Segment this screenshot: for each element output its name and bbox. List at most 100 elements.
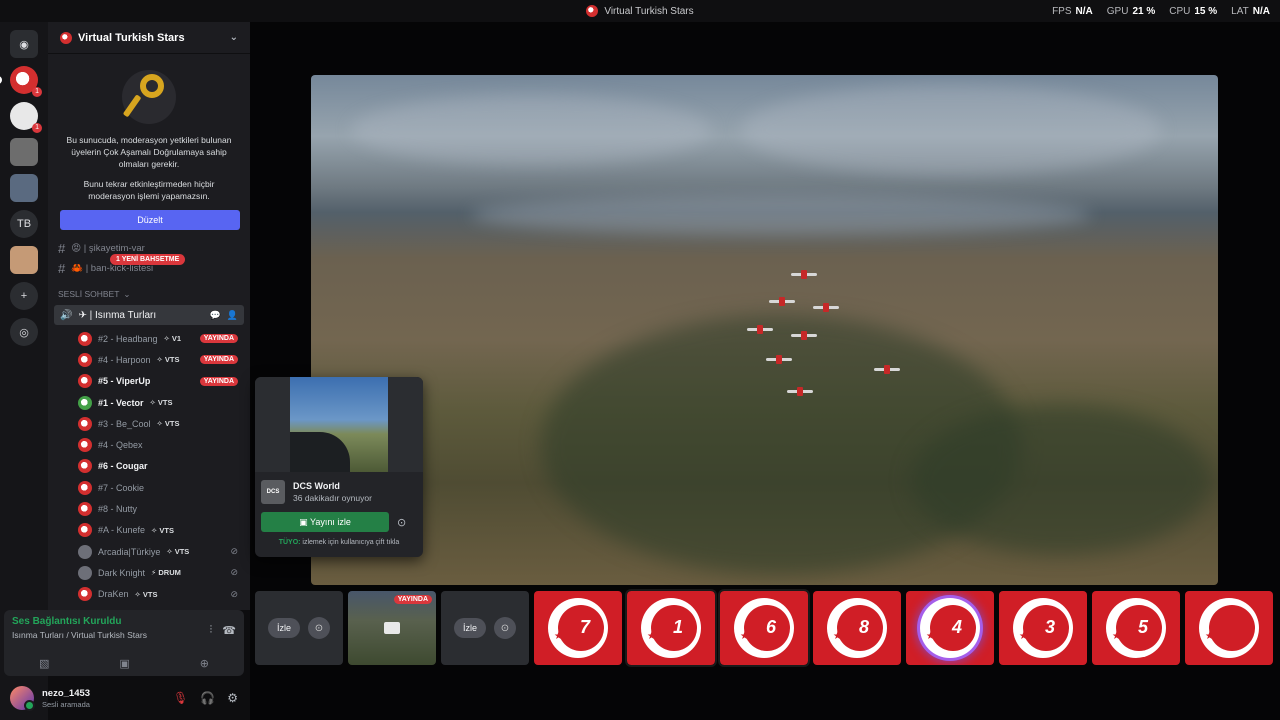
server-icon[interactable] <box>10 174 38 202</box>
member-name: #4 - Harpoon <box>98 354 151 365</box>
voice-channel[interactable]: 🔊 ✈ | Isınma Turları 💬 👤 <box>54 305 244 325</box>
participant-tile[interactable]: ★ 3 <box>999 591 1087 665</box>
muted-icon: ⊘ <box>230 588 238 599</box>
avatar[interactable] <box>10 686 35 711</box>
vts-logo-icon: ★ 8 <box>827 598 887 658</box>
muted-icon: ⊘ <box>230 567 238 578</box>
live-stream-tile[interactable]: YAYINDA <box>348 591 436 665</box>
member-name: #4 - Qebex <box>98 440 143 451</box>
voice-location[interactable]: Isınma Turları / Virtual Turkish Stars <box>12 630 236 640</box>
participant-tile[interactable]: ★ 8 <box>813 591 901 665</box>
mfa-text-1: Bu sunucuda, moderasyon yetkileri buluna… <box>66 135 232 169</box>
voice-member[interactable]: #4 - Qebex <box>48 434 250 455</box>
live-badge: YAYINDA <box>199 355 238 365</box>
voice-member[interactable]: #A - Kunefe ✧ VTS <box>48 520 250 541</box>
add-server-icon[interactable]: + <box>10 282 38 310</box>
voice-member[interactable]: #4 - Harpoon ✧ VTS YAYINDA <box>48 349 250 370</box>
gear-icon[interactable]: ⚙ <box>227 691 238 705</box>
vts-logo-icon: ★ <box>1199 598 1259 658</box>
voice-member[interactable]: DraKen ✧ VTS ⊘ <box>48 584 250 605</box>
voice-connection-panel: Ses Bağlantısı Kuruldu Isınma Turları / … <box>4 610 244 676</box>
participant-tile[interactable]: ★ 7 <box>534 591 622 665</box>
watch-stream-button[interactable]: ▣ Yayını izle <box>261 512 389 532</box>
voice-member[interactable]: #5 - ViperUp YAYINDA <box>48 371 250 392</box>
hash-icon: # <box>58 260 66 276</box>
vts-logo-icon: ★ 6 <box>734 598 794 658</box>
window-title: Virtual Turkish Stars <box>586 5 694 17</box>
noise-suppression-icon[interactable]: ⫶ <box>210 624 213 637</box>
participant-tile[interactable]: İzle ⊙ <box>255 591 343 665</box>
perf-lat: LAT N/A <box>1231 6 1270 17</box>
screen-share-icon[interactable]: ▣ <box>119 657 129 670</box>
new-mention-pill[interactable]: 1 YENİ BAHSETME <box>110 254 186 265</box>
server-logo-icon <box>586 5 599 17</box>
monitor-icon <box>384 622 400 634</box>
fix-button[interactable]: Düzelt <box>60 210 240 230</box>
discord-home-icon[interactable]: ◉ <box>10 30 38 58</box>
member-name: #7 - Cookie <box>98 482 145 493</box>
jet-aircraft <box>813 303 839 312</box>
member-tag: ✧ VTS <box>151 525 175 535</box>
add-member-icon[interactable]: 👤 <box>227 310 238 321</box>
member-name: #8 - Nutty <box>98 504 138 515</box>
voice-member[interactable]: #7 - Cookie <box>48 477 250 498</box>
voice-member[interactable]: #6 - Cougar <box>48 456 250 477</box>
explore-icon[interactable]: ◎ <box>10 318 38 346</box>
perf-cpu: CPU 15 % <box>1169 6 1218 17</box>
camera-off-icon[interactable]: ▧ <box>39 657 49 670</box>
play-duration: 36 dakikadır oynuyor <box>293 493 372 503</box>
voice-member[interactable]: Dark Knight ⚡ DRUM ⊘ <box>48 562 250 583</box>
hash-icon: # <box>58 240 66 256</box>
member-name: #A - Kunefe <box>98 525 146 536</box>
stream-preview-image[interactable] <box>255 377 423 472</box>
game-name: DCS World <box>293 481 340 491</box>
mfa-warning-card: Bu sunucuda, moderasyon yetkileri buluna… <box>48 54 250 238</box>
key-icon <box>122 70 176 124</box>
avatar <box>78 502 92 517</box>
participant-tile[interactable]: ★ 6 <box>718 589 810 667</box>
watch-button[interactable]: İzle <box>267 618 300 638</box>
participant-tile[interactable]: ★ <box>1185 591 1273 665</box>
participant-tile[interactable]: İzle ⊙ <box>441 591 529 665</box>
member-name: #5 - ViperUp <box>98 376 151 387</box>
chat-icon[interactable]: 💬 <box>210 310 221 321</box>
server-vts-icon[interactable]: 1 <box>0 66 42 97</box>
voice-member[interactable]: #8 - Nutty <box>48 498 250 519</box>
microphone-muted-icon[interactable]: 🎙 <box>173 691 188 705</box>
voice-member[interactable]: #3 - Be_Cool ✧ VTS <box>48 413 250 434</box>
watch-button[interactable]: İzle <box>453 618 486 638</box>
participant-tile[interactable]: ★ 5 <box>1092 591 1180 665</box>
popout-icon[interactable]: ⊙ <box>494 617 516 639</box>
avatar <box>78 438 92 453</box>
voice-category[interactable]: SESLİ SOHBET ⌄ <box>48 286 250 302</box>
tip-text: TÜYO: izlemek için kullanıcıya çift tıkl… <box>278 539 400 546</box>
member-name: #1 - Vector <box>98 397 144 408</box>
server-tb-icon[interactable]: TB <box>10 210 38 238</box>
vts-logo-icon: ★ 5 <box>1106 598 1166 658</box>
title-bar: Virtual Turkish Stars FPS N/A GPU 21 % CPU… <box>0 0 1280 22</box>
member-name: #3 - Be_Cool <box>98 418 151 429</box>
server-icon[interactable] <box>10 246 38 274</box>
server-header[interactable]: Virtual Turkish Stars ⌄ <box>48 22 250 54</box>
game-icon: DCS <box>261 480 285 504</box>
stream-video[interactable] <box>311 75 1218 585</box>
user-status: Sesli aramada <box>42 699 90 709</box>
avatar <box>78 416 92 431</box>
disconnect-icon[interactable]: ☎ <box>222 624 236 637</box>
voice-status[interactable]: Ses Bağlantısı Kuruldu <box>12 616 236 627</box>
participant-tile[interactable]: ★ 1 <box>625 589 717 667</box>
server-icon[interactable]: 1 <box>10 102 42 133</box>
popout-icon[interactable]: ⊙ <box>397 516 406 529</box>
headphones-icon[interactable]: 🎧 <box>200 691 215 705</box>
member-tag: ✧ VTS <box>166 547 190 557</box>
jet-aircraft <box>769 297 795 306</box>
voice-member[interactable]: #2 - Headbang ✧ V1 YAYINDA <box>48 328 250 349</box>
jet-aircraft <box>791 331 817 340</box>
server-icon[interactable] <box>10 138 38 166</box>
participant-tile[interactable]: ★ 4 <box>906 591 994 665</box>
voice-member[interactable]: Arcadia|Türkiye ✧ VTS ⊘ <box>48 541 250 562</box>
voice-member[interactable]: #1 - Vector ✧ VTS <box>48 392 250 413</box>
popout-icon[interactable]: ⊙ <box>308 617 330 639</box>
activity-icon[interactable]: ⊕ <box>200 657 209 670</box>
avatar <box>78 374 92 389</box>
